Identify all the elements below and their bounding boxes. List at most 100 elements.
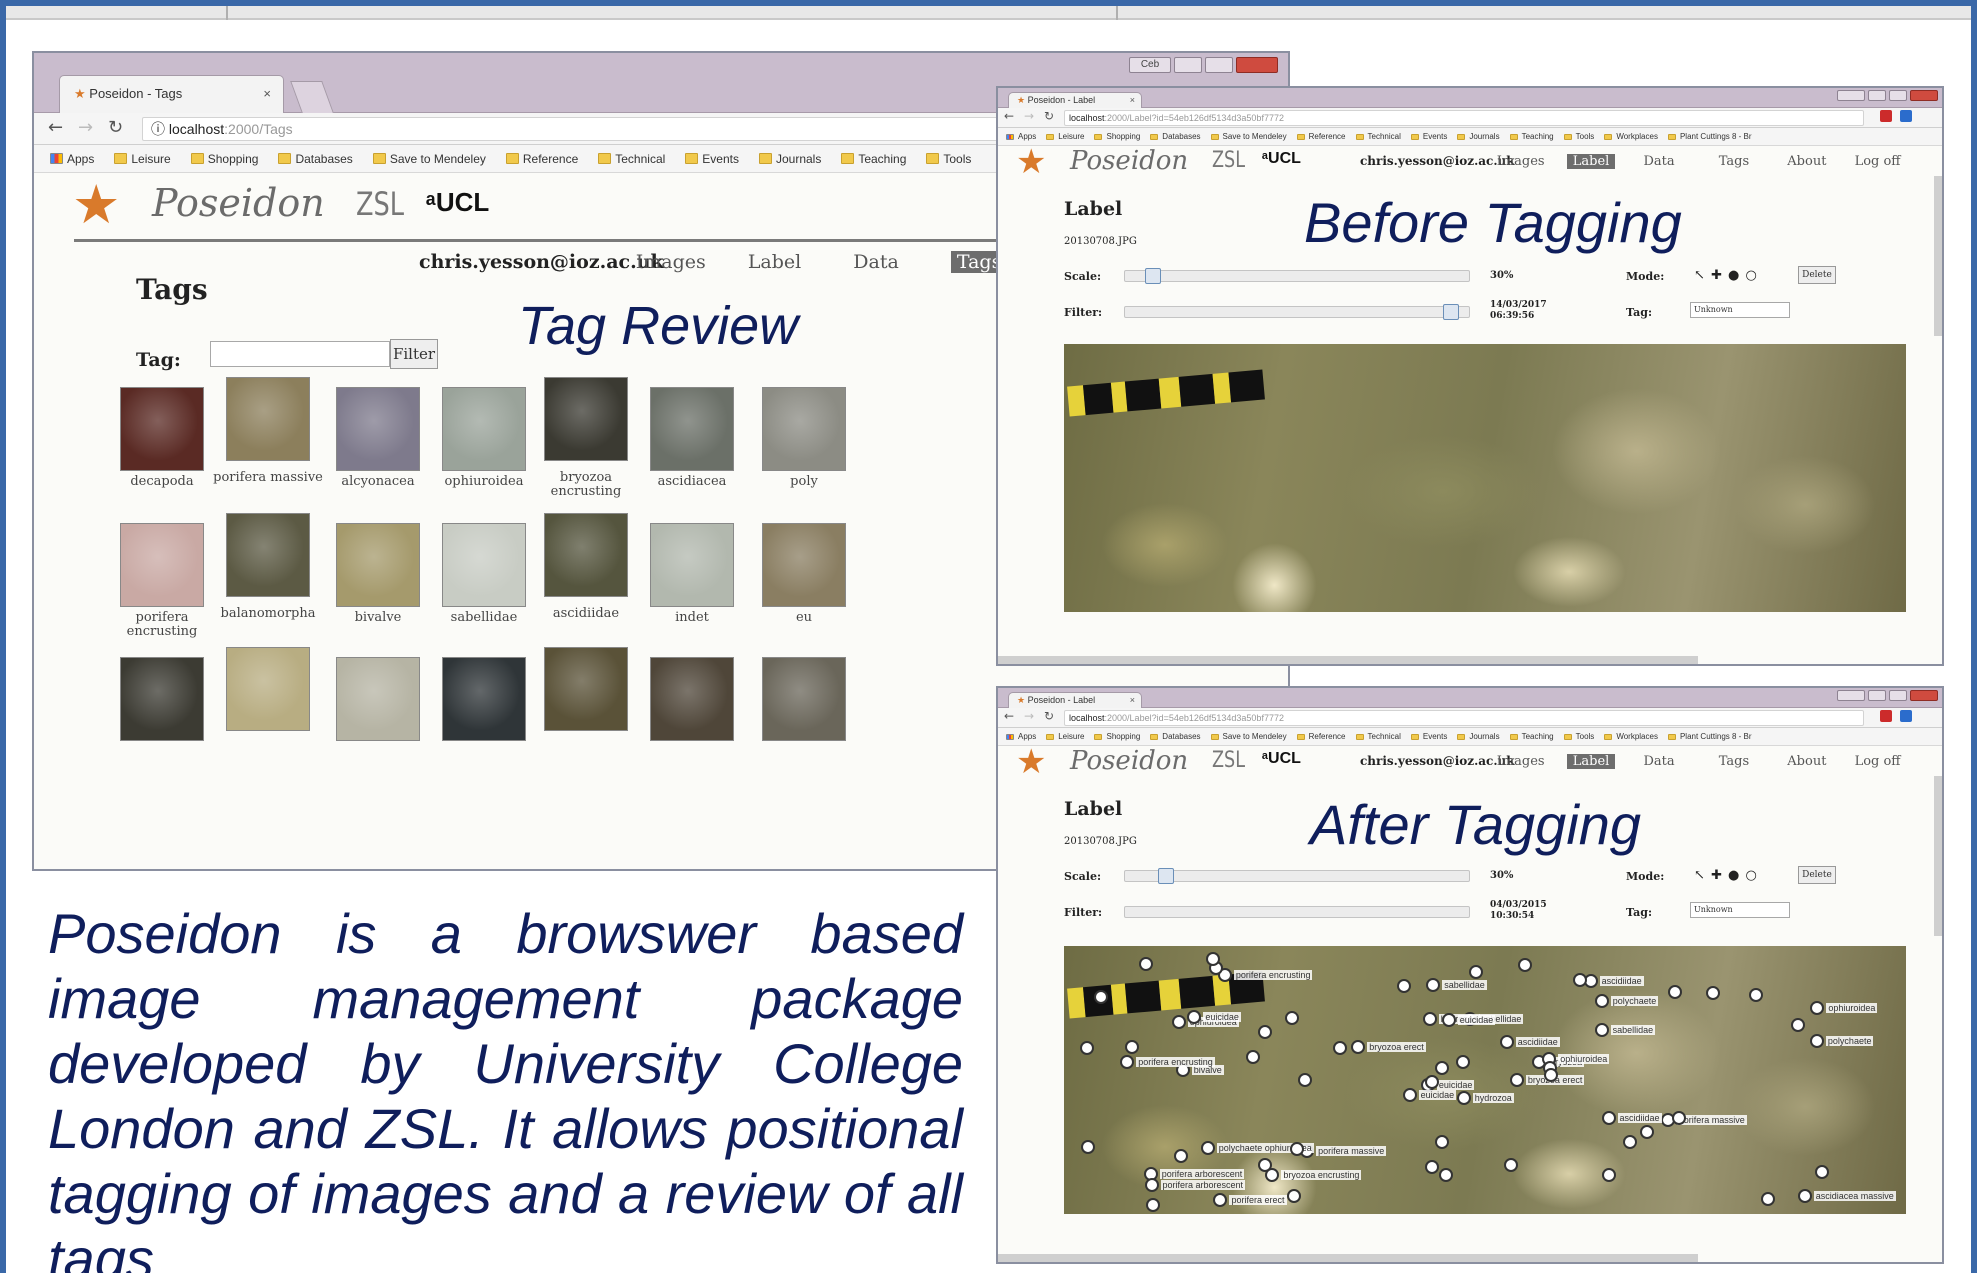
nav-tags[interactable]: Tags bbox=[1719, 154, 1749, 169]
tag-marker[interactable] bbox=[1093, 990, 1108, 1005]
bookmark-item[interactable]: Shopping bbox=[1094, 132, 1140, 141]
tag-thumbnail[interactable] bbox=[762, 387, 846, 471]
bookmark-item[interactable]: Save to Mendeley bbox=[372, 152, 486, 166]
reload-icon[interactable]: ↻ bbox=[1044, 109, 1054, 123]
bookmark-item[interactable]: Events bbox=[1410, 732, 1447, 741]
nav-data[interactable]: Data bbox=[1643, 154, 1674, 169]
tag-input[interactable]: Unknown bbox=[1690, 902, 1790, 918]
bookmark-item[interactable]: Technical bbox=[1355, 132, 1401, 141]
tag-marker[interactable] bbox=[1456, 1054, 1471, 1069]
scale-slider-knob[interactable] bbox=[1144, 268, 1161, 284]
horizontal-scrollbar[interactable] bbox=[998, 656, 1698, 664]
tag-marker[interactable] bbox=[1594, 993, 1609, 1008]
tag-marker[interactable] bbox=[1791, 1017, 1805, 1032]
filter-slider-knob[interactable] bbox=[1443, 304, 1460, 320]
bookmark-item[interactable]: Leisure bbox=[1046, 732, 1084, 741]
filter-slider[interactable] bbox=[1124, 304, 1470, 320]
bookmark-item[interactable]: Journals bbox=[1457, 132, 1500, 141]
tag-thumbnail[interactable] bbox=[226, 377, 310, 461]
tag-marker[interactable] bbox=[1332, 1040, 1347, 1055]
tag-thumbnail[interactable] bbox=[336, 523, 420, 607]
url-input[interactable]: localhost:2000/Label?id=54eb126df5134d3a… bbox=[1064, 710, 1864, 726]
tag-marker[interactable] bbox=[1174, 1148, 1189, 1163]
tag-thumbnail[interactable] bbox=[120, 523, 204, 607]
tag-marker[interactable] bbox=[1297, 1073, 1312, 1088]
tag-marker[interactable] bbox=[1601, 1111, 1616, 1126]
tag-marker[interactable] bbox=[1144, 1178, 1159, 1193]
close-window-button[interactable] bbox=[1910, 90, 1938, 101]
delete-button[interactable]: Delete bbox=[1798, 266, 1836, 284]
minimize-button[interactable] bbox=[1868, 690, 1886, 701]
tag-input[interactable]: Unknown bbox=[1690, 302, 1790, 318]
close-window-button[interactable] bbox=[1910, 690, 1938, 701]
bookmark-item[interactable]: Save to Mendeley bbox=[1210, 132, 1287, 141]
tag-marker[interactable] bbox=[1422, 1011, 1437, 1026]
nav-images[interactable]: Images bbox=[636, 251, 706, 273]
bookmark-item[interactable]: Leisure bbox=[1046, 132, 1084, 141]
tag-thumbnail[interactable] bbox=[650, 657, 734, 741]
bookmark-item[interactable]: Events bbox=[1410, 132, 1447, 141]
bookmark-item[interactable]: Workplaces bbox=[1604, 732, 1658, 741]
tag-marker[interactable] bbox=[1257, 1157, 1272, 1172]
filter-slider[interactable] bbox=[1124, 906, 1470, 918]
bookmark-item[interactable]: Databases bbox=[1150, 132, 1201, 141]
tag-marker[interactable] bbox=[1200, 1141, 1215, 1156]
close-window-button[interactable] bbox=[1236, 57, 1278, 73]
close-tab-icon[interactable]: × bbox=[1130, 693, 1135, 708]
minimize-button[interactable] bbox=[1174, 57, 1202, 73]
mode-tool-icons[interactable]: ↖ ✚ ● ○ bbox=[1694, 268, 1758, 283]
minimize-button[interactable] bbox=[1868, 90, 1886, 101]
tag-thumbnail[interactable] bbox=[120, 657, 204, 741]
maximize-button[interactable] bbox=[1889, 90, 1907, 101]
forward-icon[interactable]: → bbox=[78, 117, 93, 138]
nav-label[interactable]: Label bbox=[1566, 754, 1616, 769]
nav-logoff[interactable]: Log off bbox=[1855, 754, 1901, 769]
profile-button[interactable] bbox=[1837, 690, 1865, 701]
forward-icon[interactable]: → bbox=[1024, 109, 1034, 123]
tag-marker[interactable] bbox=[1425, 1159, 1440, 1174]
tag-thumbnail[interactable] bbox=[442, 387, 526, 471]
tag-marker[interactable] bbox=[1120, 1054, 1135, 1069]
tag-marker[interactable] bbox=[1396, 979, 1411, 994]
reload-icon[interactable]: ↻ bbox=[1044, 709, 1054, 723]
reload-icon[interactable]: ↻ bbox=[108, 117, 123, 138]
bookmark-item[interactable]: Shopping bbox=[1094, 732, 1140, 741]
browser-tab[interactable]: ★ Poseidon - Label × bbox=[1008, 92, 1142, 108]
tag-marker[interactable] bbox=[1402, 1088, 1417, 1103]
vertical-scrollbar[interactable] bbox=[1934, 176, 1942, 336]
tag-thumbnail[interactable] bbox=[650, 523, 734, 607]
tag-marker[interactable] bbox=[1205, 952, 1220, 967]
tag-thumbnail[interactable] bbox=[336, 387, 420, 471]
tag-marker[interactable] bbox=[1139, 957, 1154, 972]
profile-button[interactable] bbox=[1837, 90, 1865, 101]
bookmark-item[interactable]: Shopping bbox=[190, 152, 258, 166]
tag-marker[interactable] bbox=[1287, 1189, 1302, 1204]
tag-marker[interactable] bbox=[1079, 1041, 1094, 1056]
extension-icon[interactable] bbox=[1880, 710, 1892, 722]
tag-marker[interactable] bbox=[1426, 977, 1441, 992]
nav-images[interactable]: Images bbox=[1497, 754, 1545, 769]
mode-tool-icons[interactable]: ↖ ✚ ● ○ bbox=[1694, 868, 1758, 883]
tag-marker[interactable] bbox=[1517, 957, 1532, 972]
delete-button[interactable]: Delete bbox=[1798, 866, 1836, 884]
bookmark-item[interactable]: Databases bbox=[278, 152, 353, 166]
nav-label[interactable]: Label bbox=[748, 251, 801, 273]
bookmark-item[interactable]: Technical bbox=[598, 152, 665, 166]
tag-marker[interactable] bbox=[1435, 1135, 1450, 1150]
tag-thumbnail[interactable] bbox=[762, 657, 846, 741]
tag-marker[interactable] bbox=[1706, 985, 1721, 1000]
bookmark-item[interactable]: Teaching bbox=[1509, 132, 1554, 141]
tag-thumbnail[interactable] bbox=[544, 647, 628, 731]
bookmark-item[interactable]: Save to Mendeley bbox=[1210, 732, 1287, 741]
tag-marker[interactable] bbox=[1187, 1009, 1202, 1024]
back-icon[interactable]: ← bbox=[1004, 109, 1014, 123]
back-icon[interactable]: ← bbox=[1004, 709, 1014, 723]
tag-marker[interactable] bbox=[1080, 1139, 1095, 1154]
bookmark-item[interactable]: Teaching bbox=[841, 152, 906, 166]
tag-thumbnail[interactable] bbox=[544, 513, 628, 597]
bookmark-item[interactable]: Apps bbox=[1006, 132, 1036, 141]
tag-marker[interactable] bbox=[1503, 1158, 1518, 1173]
bookmark-item[interactable]: Reference bbox=[1296, 132, 1346, 141]
tag-marker[interactable] bbox=[1748, 988, 1763, 1003]
forward-icon[interactable]: → bbox=[1024, 709, 1034, 723]
